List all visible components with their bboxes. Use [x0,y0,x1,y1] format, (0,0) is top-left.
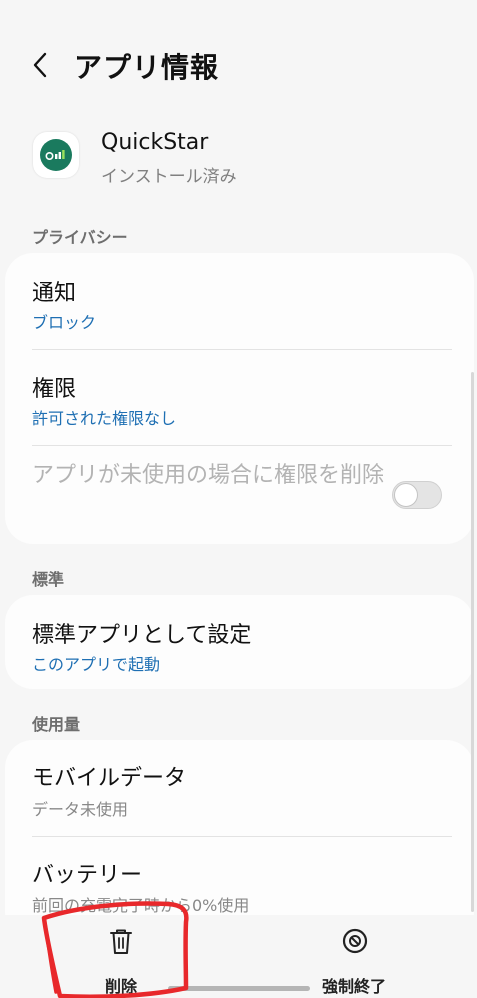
section-header-privacy: プライバシー [32,228,128,247]
notifications-title: 通知 [32,281,77,306]
set-default-value: このアプリで起動 [32,655,161,674]
force-stop-label: 強制終了 [321,977,386,996]
permissions-title: 権限 [32,377,77,402]
trash-icon [110,929,132,954]
set-default-title: 標準アプリとして設定 [32,623,252,648]
defaults-card: 標準アプリとして設定 このアプリで起動 [5,595,474,689]
quickstar-app-icon [33,132,79,178]
remove-permissions-row: アプリが未使用の場合に権限を削除 [5,446,474,544]
remove-permissions-label: アプリが未使用の場合に権限を削除 [32,463,385,488]
gesture-bar [168,986,310,991]
battery-title: バッテリー [32,863,143,888]
usage-card: モバイルデータ データ未使用 バッテリー 前回の充電完了時から0%使用 [5,740,474,940]
toggle-knob [394,483,418,507]
uninstall-button[interactable]: 削除 [46,923,196,996]
chevron-left-icon[interactable] [26,50,56,80]
app-name: QuickStar [101,130,209,155]
mobile-data-title: モバイルデータ [32,766,187,791]
force-stop-button[interactable]: 強制終了 [279,923,429,996]
notifications-value: ブロック [32,313,97,332]
mobile-data-value: データ未使用 [32,800,129,819]
header: アプリ情報 [0,38,477,98]
permissions-row[interactable]: 権限 許可された権限なし [5,350,474,445]
permissions-value: 許可された権限なし [32,409,177,428]
section-header-defaults: 標準 [32,570,65,589]
battery-value: 前回の充電完了時から0%使用 [32,896,250,915]
page-title: アプリ情報 [74,51,220,84]
mobile-data-row[interactable]: モバイルデータ データ未使用 [5,740,474,836]
remove-permissions-toggle[interactable] [392,481,442,509]
section-header-usage: 使用量 [32,715,81,734]
app-install-status: インストール済み [101,167,237,187]
privacy-card: 通知 ブロック 権限 許可された権限なし アプリが未使用の場合に権限を削除 [5,253,474,544]
notifications-row[interactable]: 通知 ブロック [5,253,474,349]
block-icon [342,928,368,954]
app-summary: QuickStar インストール済み [0,124,477,194]
uninstall-label: 削除 [104,977,137,996]
app-info-screen: アプリ情報 QuickStar インストール済み プライバシー 通知 ブロック … [0,0,477,998]
scrollbar[interactable] [471,372,474,912]
set-default-row[interactable]: 標準アプリとして設定 このアプリで起動 [5,595,474,689]
